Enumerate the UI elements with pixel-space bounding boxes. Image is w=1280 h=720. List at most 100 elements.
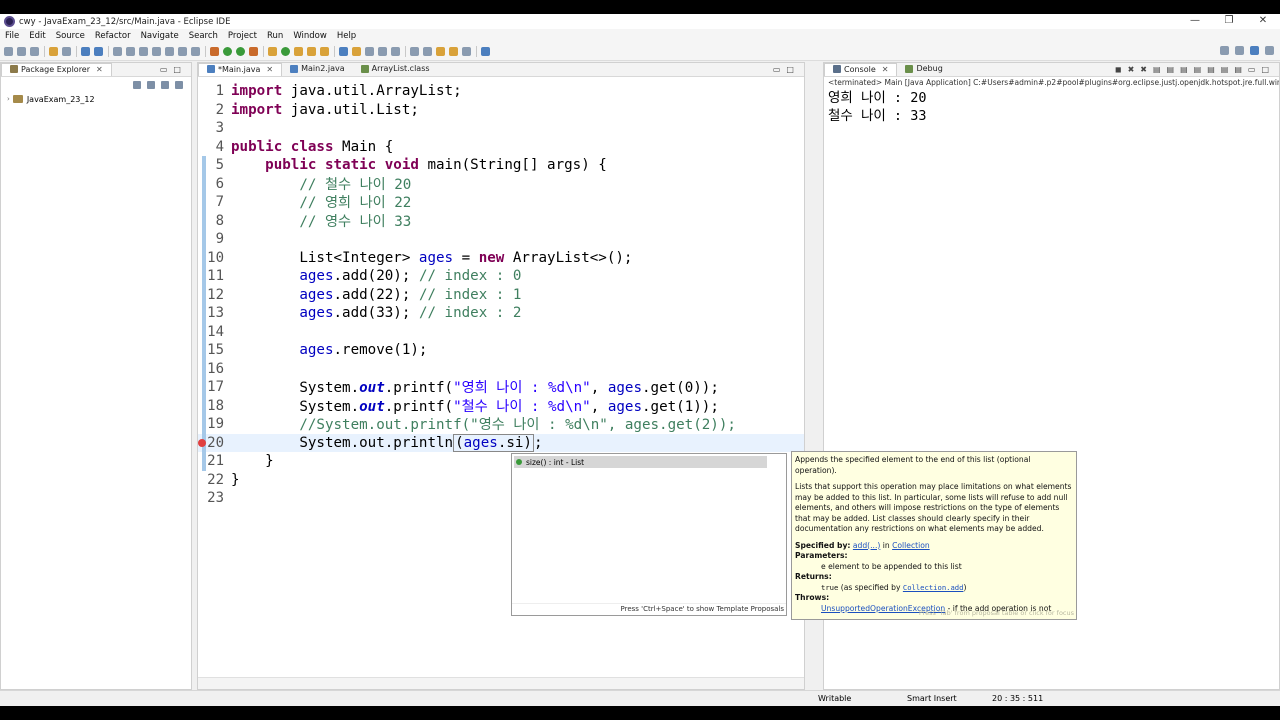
view-menu-icon[interactable] [175,81,183,89]
open-task-icon[interactable] [307,47,316,56]
suspend-icon[interactable] [139,47,148,56]
link-icon[interactable] [94,47,103,56]
new-icon[interactable] [4,47,13,56]
tab-arraylist-class[interactable]: ArrayList.class [353,63,438,76]
link-with-editor-icon[interactable] [147,81,155,89]
tree-item-project[interactable]: › JavaExam_23_12 [1,93,191,105]
menu-help[interactable]: Help [337,31,356,41]
console-output: 영희 나이 : 20 철수 나이 : 33 [824,89,1279,125]
close-icon[interactable]: ✕ [882,65,889,74]
java-perspective-icon[interactable] [1250,46,1259,55]
new-java-project-icon[interactable] [268,47,277,56]
code-line-current: 20 System.out.println (ages.si); [198,433,804,452]
whitespace-icon[interactable] [378,47,387,56]
code-line: 14 [198,322,804,341]
menu-source[interactable]: Source [56,31,85,41]
tab-label: Main2.java [301,64,345,73]
tab-package-explorer[interactable]: Package Explorer ✕ [1,63,112,76]
run-icon[interactable] [223,47,232,56]
step-return-icon[interactable] [191,47,200,56]
collapse-all-icon[interactable] [133,81,141,89]
coverage-icon[interactable] [236,47,245,56]
open-perspective-icon[interactable] [1235,46,1244,55]
collection-add-link[interactable]: Collection.add [903,583,964,592]
paragraph-icon[interactable] [391,47,400,56]
tab-main-java[interactable]: *Main.java ✕ [198,63,283,76]
explorer-toolbar [1,77,191,93]
menu-edit[interactable]: Edit [29,31,45,41]
save-icon[interactable] [17,47,26,56]
debug-perspective-icon[interactable] [1265,46,1274,55]
code-line: 5 public static void main(String[] args)… [198,156,804,175]
maximize-button[interactable]: ❐ [1212,14,1246,29]
javadoc-summary: Appends the specified element to the end… [795,455,1031,475]
close-icon[interactable]: ✕ [96,65,103,74]
menu-refactor[interactable]: Refactor [95,31,131,41]
javadoc-body: Lists that support this operation may pl… [795,482,1072,533]
menu-navigate[interactable]: Navigate [141,31,179,41]
tab-main2-java[interactable]: Main2.java [282,63,353,76]
view-controls[interactable]: ▭□ [160,65,187,74]
terminal-icon[interactable] [81,47,90,56]
step-over-icon[interactable] [178,47,187,56]
error-icon[interactable] [198,438,206,447]
search-icon[interactable] [1220,46,1229,55]
debug-icon[interactable] [210,47,219,56]
menu-bar: File Edit Source Refactor Navigate Searc… [0,29,1280,43]
code-line: 15 ages.remove(1); [198,341,804,360]
code-line: 6 // 철수 나이 20 [198,174,804,193]
toolbar-separator [205,46,206,57]
horizontal-scrollbar[interactable] [198,677,804,689]
code-line: 1 import java.util.ArrayList; [215,83,462,100]
menu-project[interactable]: Project [228,31,257,41]
console-icon [833,65,841,73]
toolbar-separator [476,46,477,57]
open-type-icon[interactable] [294,47,303,56]
minimize-button[interactable]: — [1178,14,1212,29]
filter-icon[interactable] [161,81,169,89]
forward-icon[interactable] [462,47,471,56]
chevron-right-icon[interactable]: › [7,95,10,103]
menu-run[interactable]: Run [267,31,283,41]
prev-annotation-icon[interactable] [423,47,432,56]
javadoc-returns: true (as specified by Collection.add) [821,582,967,592]
external-tools-icon[interactable] [249,47,258,56]
highlight-icon[interactable] [352,47,361,56]
code-line: 19 //System.out.printf("영수 나이 : %d\n", a… [198,415,804,434]
next-annotation-icon[interactable] [410,47,419,56]
main-toolbar [0,43,1280,61]
menu-search[interactable]: Search [189,31,218,41]
pin-editor-icon[interactable] [481,47,490,56]
skip-breakpoints-icon[interactable] [113,47,122,56]
code-line: 17 System.out.printf("영희 나이 : %d\n", age… [198,378,804,397]
refresh-icon[interactable] [49,47,58,56]
block-select-icon[interactable] [365,47,374,56]
proposal-item[interactable]: size() : int - List [514,456,767,468]
new-class-icon[interactable] [281,47,290,56]
code-line: 18 System.out.printf("철수 나이 : %d\n", age… [198,396,804,415]
search-tool-icon[interactable] [320,47,329,56]
package-explorer-pane: Package Explorer ✕ ▭□ › JavaExam_23_12 [0,62,192,690]
toggle-mark-icon[interactable] [339,47,348,56]
save-all-icon[interactable] [30,47,39,56]
menu-file[interactable]: File [5,31,19,41]
print-icon[interactable] [62,47,71,56]
resume-icon[interactable] [126,47,135,56]
tab-debug[interactable]: Debug [897,63,950,76]
console-line: 영희 나이 : 20 [828,90,927,106]
code-line: 16 [198,359,804,378]
tab-console[interactable]: Console ✕ [824,63,898,76]
code-line: 12 ages.add(22); // index : 1 [198,285,804,304]
back-icon[interactable] [449,47,458,56]
javadoc-popup[interactable]: Appends the specified element to the end… [791,451,1077,620]
close-button[interactable]: ✕ [1246,14,1280,29]
terminate-icon[interactable] [152,47,161,56]
last-edit-icon[interactable] [436,47,445,56]
specified-link[interactable]: add(...) [853,541,880,550]
console-toolbar[interactable]: ◼✖✖▤▤▤▤▤▤▤▭□ [1115,65,1275,74]
collection-link[interactable]: Collection [892,541,930,550]
menu-window[interactable]: Window [293,31,327,41]
view-controls[interactable]: ▭□ [773,65,800,74]
close-icon[interactable]: ✕ [266,65,273,74]
step-into-icon[interactable] [165,47,174,56]
